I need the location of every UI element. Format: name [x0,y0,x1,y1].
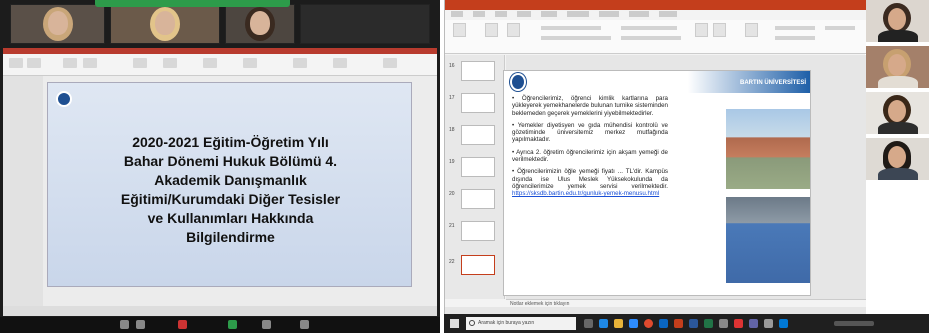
chrome-icon[interactable] [644,319,653,328]
arrange-button[interactable] [713,23,726,37]
university-logo [510,73,526,91]
slide-thumbnail-selected[interactable] [461,255,495,275]
ribbon-tab[interactable] [495,11,507,17]
slide-thumbnail[interactable] [461,61,495,81]
slide-thumbnail[interactable] [461,157,495,177]
file-explorer-icon[interactable] [614,319,623,328]
powerpoint-icon[interactable] [674,319,683,328]
taskbar: Aramak için buraya yazın [444,314,929,333]
ribbon-tab[interactable] [629,11,649,17]
campus-building-photo [726,109,810,189]
slide-thumbnail[interactable] [461,189,495,209]
ribbon-tab[interactable] [473,11,485,17]
participant-tile[interactable] [300,4,430,44]
bullet: • Ayrıca 2. öğretim öğrencilerimiz için … [512,148,668,164]
shared-ribbon [3,54,437,76]
dining-hall-photo [726,197,810,283]
screen-share-banner[interactable] [95,0,290,7]
layout-button[interactable] [507,23,520,37]
search-icon [469,320,475,326]
university-logo [56,91,72,107]
app-icon[interactable] [734,319,743,328]
meeting-toolbar [0,317,440,333]
task-view-icon[interactable] [584,319,593,328]
participant-tile[interactable] [225,4,295,44]
participant-video[interactable] [866,0,929,42]
leave-icon[interactable] [178,320,187,329]
ribbon-tab[interactable] [567,11,589,17]
bullet: • Öğrencilerimiz, öğrenci kimlik kartlar… [512,95,669,117]
new-slide-button[interactable] [485,23,498,37]
system-tray[interactable] [834,321,874,326]
app-icon[interactable] [719,319,728,328]
powerpoint-window: 16 17 18 19 20 21 22 BARTIN ÜNİVERSİTESİ… [444,0,866,333]
shared-screen: 2020-2021 Eğitim-Öğretim Yılı Bahar Döne… [3,48,437,316]
ppt-title-bar [445,0,866,10]
slide-thumbnail[interactable] [461,125,495,145]
excel-icon[interactable] [704,319,713,328]
zoom-icon[interactable] [629,319,638,328]
participant-strip [866,0,929,333]
meeting-window: 2020-2021 Eğitim-Öğretim Yılı Bahar Döne… [0,0,440,333]
shapes-button[interactable] [695,23,708,37]
outlook-icon[interactable] [659,319,668,328]
chat-icon[interactable] [262,320,271,329]
ribbon-tab[interactable] [517,11,531,17]
word-icon[interactable] [689,319,698,328]
university-name: BARTIN ÜNİVERSİTESİ [739,80,806,86]
ribbon-tabs [445,10,866,20]
participant-tile[interactable] [10,4,105,44]
share-icon[interactable] [228,320,237,329]
participant-video[interactable] [866,138,929,180]
participant-tile[interactable] [110,4,220,44]
bullet: • Öğrencilerimizin öğle yemeği fiyatı ..… [512,168,668,198]
ppt-status-bar [445,307,866,314]
notes-pane[interactable]: Notlar eklemek için tıklayın [506,299,866,307]
edge-icon[interactable] [599,319,608,328]
ribbon-tab[interactable] [451,11,463,17]
ribbon [445,20,866,54]
participants-icon[interactable] [300,320,309,329]
screen: 2020-2021 Eğitim-Öğretim Yılı Bahar Döne… [0,0,929,333]
windows-start-icon[interactable] [450,319,459,328]
current-slide[interactable]: BARTIN ÜNİVERSİTESİ • Öğrencilerimiz, öğ… [503,70,811,296]
slide-thumbnail[interactable] [461,93,495,113]
teams-icon[interactable] [749,319,758,328]
search-box[interactable]: Aramak için buraya yazın [466,317,576,330]
slide-text-box[interactable]: • Öğrencilerimiz, öğrenci kimlik kartlar… [512,95,668,203]
ribbon-tab[interactable] [541,11,557,17]
participant-video[interactable] [866,46,929,88]
shared-slide: 2020-2021 Eğitim-Öğretim Yılı Bahar Döne… [47,82,412,287]
menu-link[interactable]: https://sksdb.bartin.edu.tr/gunluk-yemek… [512,190,659,197]
bullet: • Yemekler diyetisyen ve gıda mühendisi … [512,121,668,144]
slide-title: 2020-2021 Eğitim-Öğretim Yılı Bahar Döne… [120,134,341,245]
ribbon-tab[interactable] [599,11,619,17]
slide-header-band: BARTIN ÜNİVERSİTESİ [504,71,810,93]
app-icon[interactable] [779,319,788,328]
app-icon[interactable] [764,319,773,328]
camera-icon[interactable] [136,320,145,329]
slide-thumbnails: 16 17 18 19 20 21 22 [445,55,505,299]
slide-thumbnail[interactable] [461,221,495,241]
paste-button[interactable] [453,23,466,37]
quick-styles-button[interactable] [745,23,758,37]
participant-video[interactable] [866,92,929,134]
shared-nav-pane [3,76,43,316]
shared-status-bar [3,306,437,316]
mic-icon[interactable] [120,320,129,329]
ribbon-tab[interactable] [659,11,677,17]
